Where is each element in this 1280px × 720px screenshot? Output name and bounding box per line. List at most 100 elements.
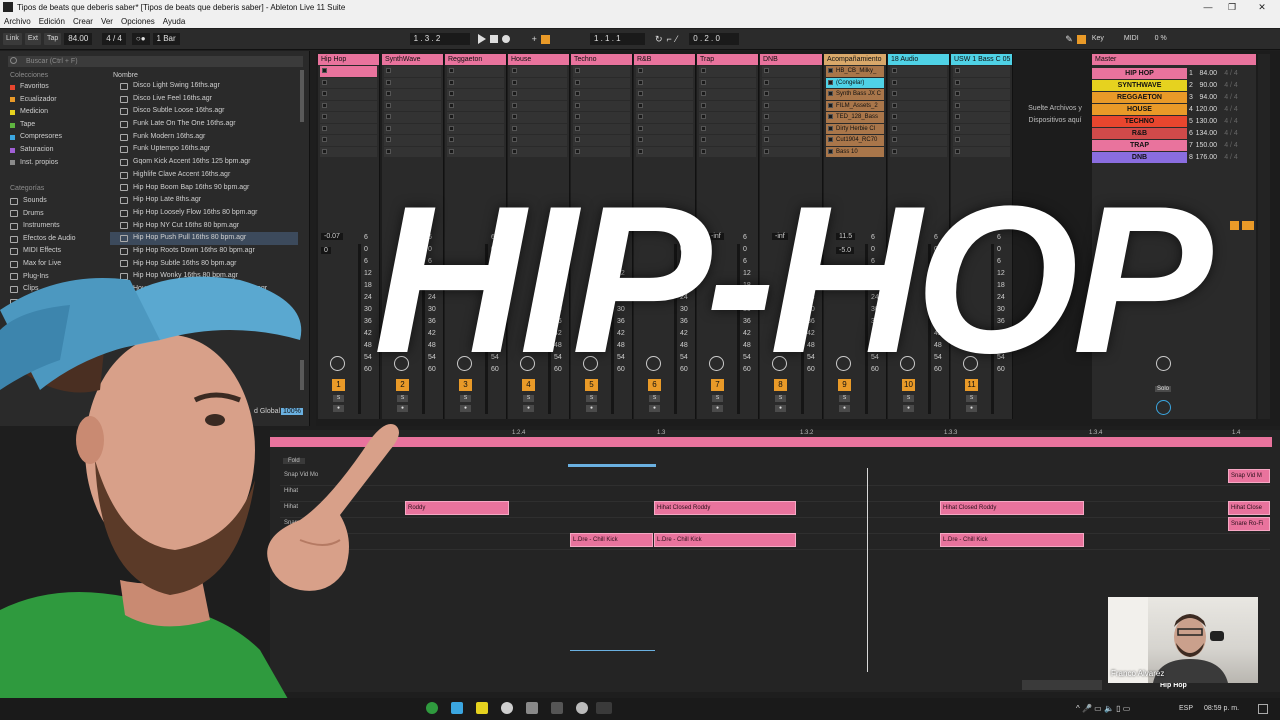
- clip-slot[interactable]: Bass 10: [826, 146, 884, 157]
- scene-signature[interactable]: 4 / 4: [1217, 130, 1245, 137]
- track-header[interactable]: 18 Audio: [888, 54, 949, 65]
- clip-slot[interactable]: [447, 66, 504, 77]
- arm-button[interactable]: ●: [523, 405, 534, 412]
- clip-slot[interactable]: [890, 66, 947, 77]
- category-item[interactable]: Drums: [10, 208, 105, 221]
- collection-item[interactable]: Favoritos: [10, 81, 105, 94]
- collection-item[interactable]: Medicion: [10, 106, 105, 119]
- browser-file-item[interactable]: Funk Uptempo 16ths.agr: [110, 143, 298, 156]
- clip-slot[interactable]: [953, 66, 1010, 77]
- clip-slot[interactable]: [510, 100, 567, 111]
- clip-slot[interactable]: [510, 77, 567, 88]
- arm-button[interactable]: ●: [586, 405, 597, 412]
- clip-slot[interactable]: [636, 112, 693, 123]
- scene-signature[interactable]: 4 / 4: [1217, 82, 1245, 89]
- arm-button[interactable]: ●: [903, 405, 914, 412]
- arrangement-overview[interactable]: [1022, 680, 1102, 690]
- clip-slot[interactable]: [573, 66, 630, 77]
- scene-name[interactable]: TECHNO: [1092, 115, 1187, 127]
- browser-scrollbar[interactable]: [300, 70, 304, 122]
- clip-hihat-1[interactable]: Roddy: [405, 501, 509, 515]
- scene-signature[interactable]: 4 / 4: [1217, 94, 1245, 101]
- clip-slot[interactable]: [762, 66, 820, 77]
- clip-slot[interactable]: [699, 123, 756, 134]
- ableton-live-taskbar-icon[interactable]: [596, 702, 612, 714]
- clip-slot[interactable]: [762, 100, 820, 111]
- browser-file-item[interactable]: Hip Hop NY Cut 16ths 80 bpm.agr: [110, 220, 298, 233]
- clip-slot[interactable]: [890, 112, 947, 123]
- scene-signature[interactable]: 4 / 4: [1217, 70, 1245, 77]
- clip-snap-right[interactable]: Snap Vid M: [1228, 469, 1270, 483]
- clip-slot[interactable]: [699, 100, 756, 111]
- clip-slot[interactable]: [573, 146, 630, 157]
- key-map-button[interactable]: Key: [1089, 33, 1107, 45]
- browser-icon[interactable]: [501, 702, 513, 714]
- clip-slot[interactable]: [890, 135, 947, 146]
- scene-row[interactable]: TECHNO 5 130.00 4 / 4: [1092, 115, 1256, 127]
- obs-icon[interactable]: [576, 702, 588, 714]
- clip-slot[interactable]: [447, 77, 504, 88]
- clip-slot[interactable]: [636, 146, 693, 157]
- scene-name[interactable]: DNB: [1092, 151, 1187, 163]
- clip-slot[interactable]: [573, 135, 630, 146]
- clip-slot[interactable]: [384, 135, 441, 146]
- scene-name[interactable]: SYNTHWAVE: [1092, 79, 1187, 91]
- master-track-header[interactable]: Master: [1092, 54, 1256, 65]
- clip-slot[interactable]: [762, 135, 820, 146]
- track-header[interactable]: House: [508, 54, 569, 65]
- clip-slot[interactable]: [320, 89, 377, 100]
- clip-slot[interactable]: [699, 89, 756, 100]
- category-item[interactable]: Sounds: [10, 195, 105, 208]
- browser-file-item[interactable]: Hip Hop Loosely Flow 16ths 80 bpm.agr: [110, 207, 298, 220]
- scene-signature[interactable]: 4 / 4: [1217, 142, 1245, 149]
- clip-slot[interactable]: [890, 146, 947, 157]
- clip-slot[interactable]: [953, 112, 1010, 123]
- scene-row[interactable]: REGGAETON 3 94.00 4 / 4: [1092, 91, 1256, 103]
- arm-button[interactable]: ●: [839, 405, 850, 412]
- scene-tempo[interactable]: 130.00: [1195, 118, 1217, 125]
- pencil-icon[interactable]: ✎: [1065, 34, 1073, 44]
- browser-file-item[interactable]: Hip Hop Boom Bap 16ths 90 bpm.agr: [110, 182, 298, 195]
- clip-slot[interactable]: Synth Bass JX C: [826, 89, 884, 100]
- scene-tempo[interactable]: 134.00: [1195, 130, 1217, 137]
- clip-slot[interactable]: [699, 66, 756, 77]
- clip-slot[interactable]: [510, 123, 567, 134]
- loop-icon[interactable]: ↻: [655, 34, 663, 44]
- clip-slot[interactable]: HB_CB_Milky_: [826, 66, 884, 77]
- arm-button[interactable]: ●: [712, 405, 723, 412]
- clip-slot[interactable]: [762, 123, 820, 134]
- clip-slot[interactable]: [384, 146, 441, 157]
- time-signature-field[interactable]: 4 / 4: [102, 33, 126, 45]
- loop-start-field[interactable]: 1 . 1 . 1: [589, 33, 645, 45]
- menu-ayuda[interactable]: Ayuda: [163, 17, 186, 26]
- clip-slot[interactable]: [762, 146, 820, 157]
- clip-slot[interactable]: Dirty Herbie Cl: [826, 123, 884, 134]
- clock[interactable]: 08:59 p. m.: [1204, 705, 1239, 712]
- clip-slot[interactable]: [762, 112, 820, 123]
- clip-slot[interactable]: [447, 112, 504, 123]
- maximize-button[interactable]: ❐: [1220, 0, 1244, 14]
- clip-slot[interactable]: [573, 100, 630, 111]
- clip-slot[interactable]: [320, 112, 377, 123]
- quantize-select[interactable]: 1 Bar: [152, 33, 180, 45]
- scene-tempo[interactable]: 176.00: [1195, 154, 1217, 161]
- app-icon-5[interactable]: [526, 702, 538, 714]
- arm-button[interactable]: ●: [649, 405, 660, 412]
- clip-slot[interactable]: [510, 112, 567, 123]
- scene-tempo[interactable]: 150.00: [1195, 142, 1217, 149]
- arm-button[interactable]: ●: [775, 405, 786, 412]
- arm-button[interactable]: ●: [460, 405, 471, 412]
- browser-file-item[interactable]: Funk Late On The One 16ths.agr: [110, 118, 298, 131]
- play-icon[interactable]: [477, 34, 486, 44]
- midi-map-button[interactable]: MIDI: [1121, 33, 1142, 45]
- close-button[interactable]: ✕: [1250, 0, 1274, 14]
- browser-file-item[interactable]: Disco Subtle Loose 16ths.agr: [110, 105, 298, 118]
- clip-slot[interactable]: [636, 77, 693, 88]
- browser-file-item[interactable]: Gqom Kick Accent 16ths 125 bpm.agr: [110, 156, 298, 169]
- overdub-icon[interactable]: +: [532, 34, 537, 44]
- clip-slot[interactable]: [890, 89, 947, 100]
- category-item[interactable]: Efectos de Audio: [10, 233, 105, 246]
- clip-slot[interactable]: [890, 77, 947, 88]
- clip-slot[interactable]: [762, 89, 820, 100]
- scene-signature[interactable]: 4 / 4: [1217, 154, 1245, 161]
